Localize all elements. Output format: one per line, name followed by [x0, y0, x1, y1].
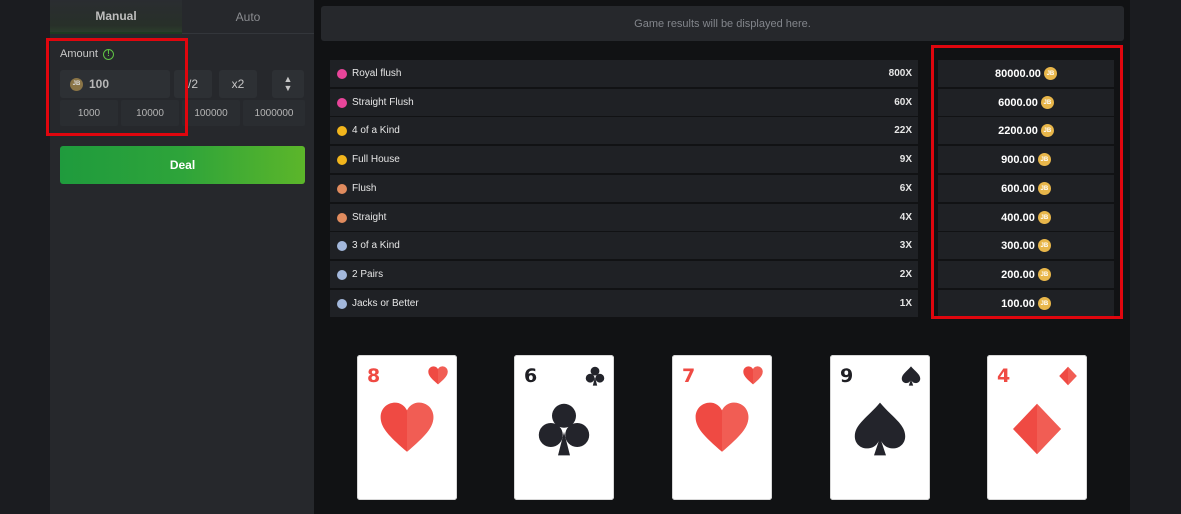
highlight-box-amount [46, 38, 188, 136]
hand-color-dot [337, 154, 347, 165]
playing-card[interactable]: 8 [357, 355, 457, 500]
paytable-row: Straight Flush 60X [330, 89, 918, 116]
card-rank: 9 [840, 365, 854, 387]
quick-amount-button[interactable]: 1000000 [243, 100, 305, 126]
hand-name: 2 Pairs [352, 269, 384, 280]
hand-multiplier: 4X [899, 212, 912, 223]
hearts-icon [380, 402, 434, 452]
playing-card[interactable]: 4 [987, 355, 1087, 500]
hand-color-dot [337, 183, 347, 194]
quick-amount-button[interactable]: 100000 [182, 100, 240, 126]
hand-name: Jacks or Better [352, 298, 419, 309]
paytable-row: 3 of a Kind 3X [330, 232, 918, 259]
chevron-down-icon[interactable]: ▼ [284, 84, 293, 93]
diamonds-icon [1013, 403, 1061, 455]
hand-name: Full House [352, 154, 400, 165]
spades-icon [901, 366, 921, 386]
paytable-row: Full House 9X [330, 146, 918, 173]
hand-multiplier: 1X [899, 298, 912, 309]
hand-color-dot [337, 269, 347, 280]
highlight-box-payouts [931, 45, 1123, 319]
card-rank: 8 [367, 365, 381, 387]
card-rank: 6 [524, 365, 538, 387]
hand-name: 3 of a Kind [352, 240, 400, 251]
amount-stepper[interactable]: ▲ ▼ [272, 70, 304, 98]
playing-card[interactable]: 6 [514, 355, 614, 500]
double-button[interactable]: x2 [219, 70, 257, 98]
hand-multiplier: 800X [888, 68, 912, 79]
hand-multiplier: 6X [899, 183, 912, 194]
hand-name: Royal flush [352, 68, 402, 79]
hearts-icon [743, 366, 763, 385]
hand-name: 4 of a Kind [352, 125, 400, 136]
results-bar: Game results will be displayed here. [321, 6, 1124, 41]
hand-name: Straight Flush [352, 97, 414, 108]
spades-icon [854, 402, 906, 456]
diamonds-icon [1059, 366, 1077, 386]
playing-card[interactable]: 9 [830, 355, 930, 500]
paytable-row: Royal flush 800X [330, 60, 918, 87]
hand-multiplier: 9X [899, 154, 912, 165]
card-rank: 7 [682, 365, 696, 387]
mode-tabs: Manual Auto [50, 0, 314, 34]
hand-multiplier: 22X [894, 125, 912, 136]
hand-multiplier: 60X [894, 97, 912, 108]
paytable-row: Straight 4X [330, 204, 918, 231]
hand-name: Straight [352, 212, 387, 223]
hand-name: Flush [352, 183, 377, 194]
hand-color-dot [337, 212, 347, 223]
hearts-icon [428, 366, 448, 385]
hand-color-dot [337, 240, 347, 251]
hand-multiplier: 2X [899, 269, 912, 280]
hearts-icon [695, 402, 749, 452]
playing-card[interactable]: 7 [672, 355, 772, 500]
hand-color-dot [337, 68, 347, 79]
card-rank: 4 [997, 365, 1011, 387]
hand-color-dot [337, 298, 347, 309]
right-margin [1130, 0, 1181, 514]
clubs-icon [538, 403, 590, 456]
paytable-row: 2 Pairs 2X [330, 261, 918, 288]
hand-multiplier: 3X [899, 240, 912, 251]
paytable-row: 4 of a Kind 22X [330, 117, 918, 144]
tab-auto[interactable]: Auto [182, 0, 314, 34]
hand-color-dot [337, 125, 347, 136]
deal-button[interactable]: Deal [60, 146, 305, 184]
tab-manual[interactable]: Manual [50, 0, 182, 34]
paytable-row: Flush 6X [330, 175, 918, 202]
clubs-icon [585, 366, 605, 386]
hand-color-dot [337, 97, 347, 108]
paytable-row: Jacks or Better 1X [330, 290, 918, 317]
